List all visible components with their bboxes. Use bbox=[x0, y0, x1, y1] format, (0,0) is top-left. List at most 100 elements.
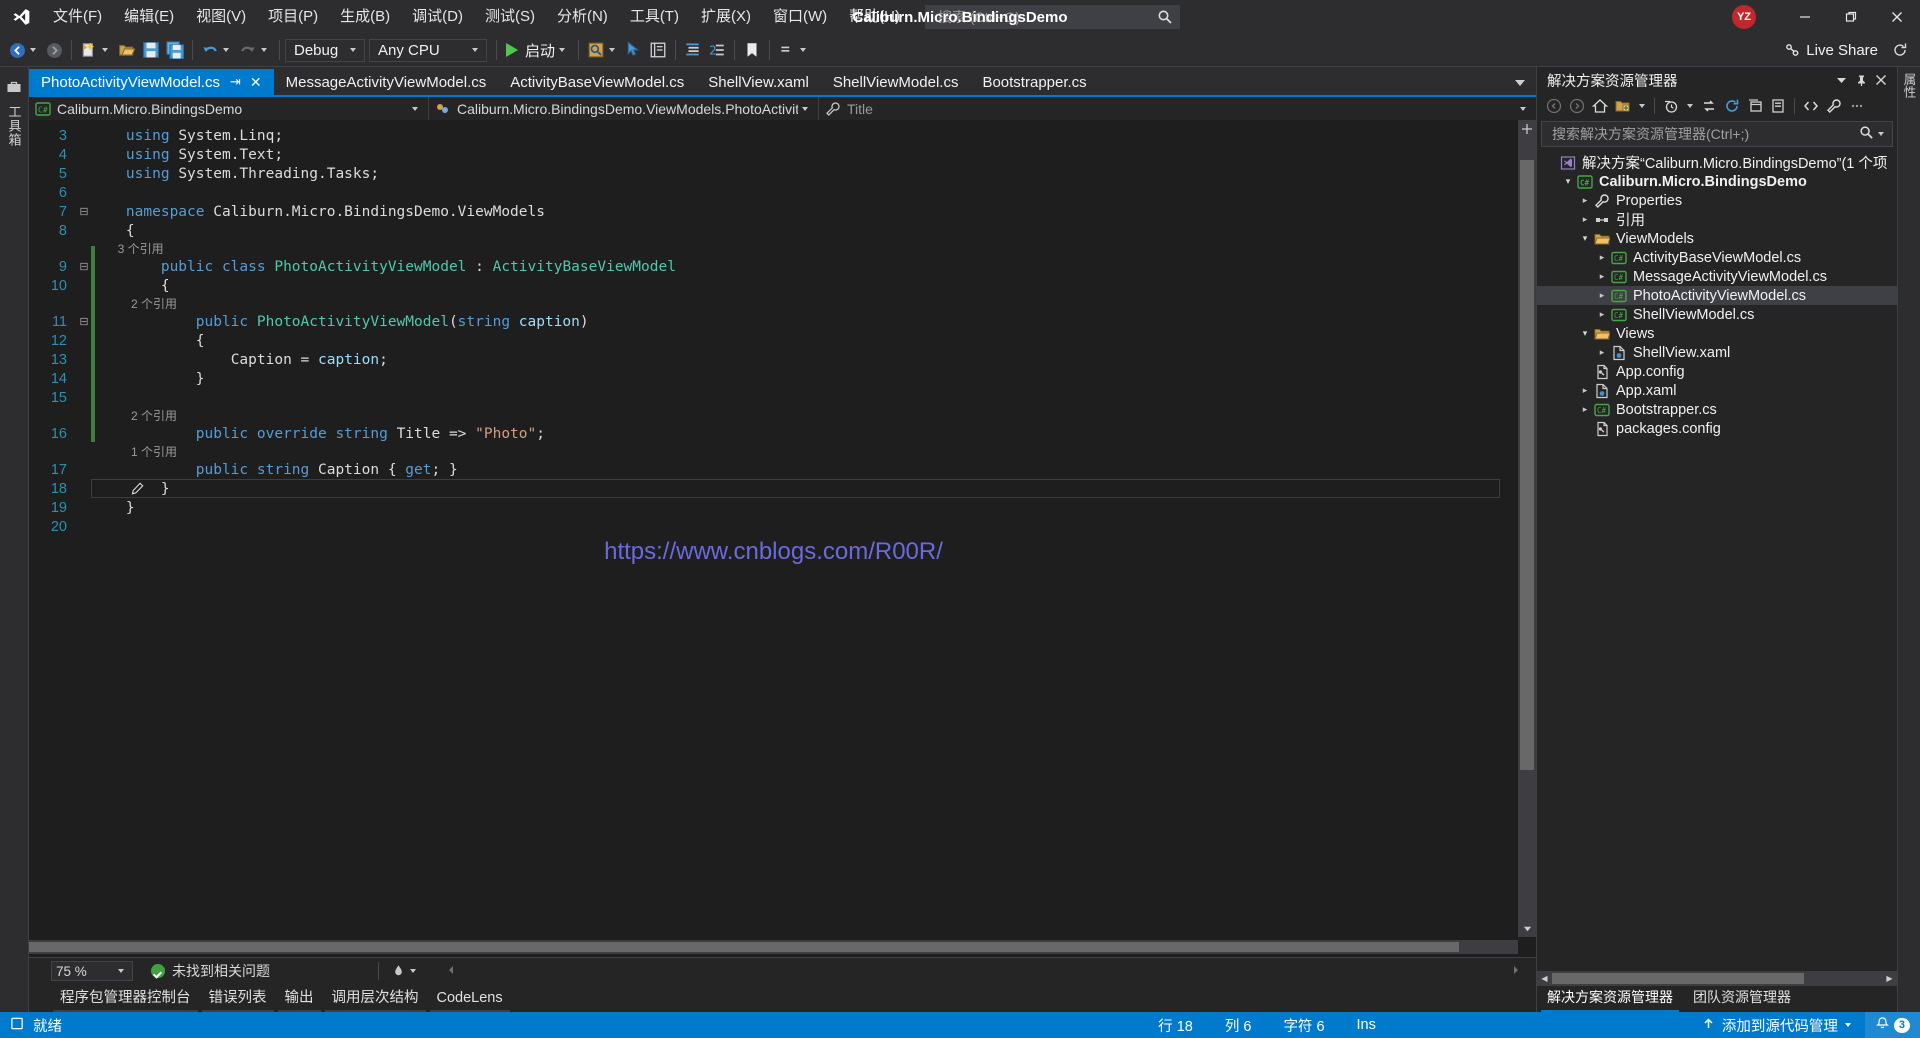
solution-tree-item[interactable]: ▸ C# MessageActivityViewModel.cs bbox=[1537, 267, 1897, 286]
chevron-right-icon[interactable]: ▸ bbox=[1594, 271, 1610, 282]
properties-button[interactable] bbox=[1823, 95, 1845, 117]
footer-tab-solution-explorer[interactable]: 解决方案资源管理器 bbox=[1537, 984, 1683, 1012]
menu-item-project[interactable]: 项目(P) bbox=[257, 0, 329, 34]
solution-tree-item[interactable]: ▸ App.xaml bbox=[1537, 381, 1897, 400]
show-all-files-button[interactable] bbox=[1612, 95, 1634, 117]
comment-selection-button[interactable]: 2 bbox=[705, 38, 729, 62]
chevron-down-icon[interactable] bbox=[1687, 104, 1693, 108]
codelens-label[interactable]: 2 个引用 bbox=[91, 295, 177, 312]
right-dock-item-properties[interactable]: 属性 bbox=[1900, 73, 1919, 98]
forward-button[interactable] bbox=[1566, 95, 1588, 117]
new-project-button[interactable] bbox=[77, 38, 115, 62]
solution-tree-item[interactable]: ▸ C# Bootstrapper.cs bbox=[1537, 400, 1897, 419]
chevron-right-icon[interactable]: ▸ bbox=[1577, 214, 1593, 225]
menu-item-view[interactable]: 视图(V) bbox=[185, 0, 257, 34]
editor-horizontal-scrollbar[interactable] bbox=[29, 940, 1518, 954]
pending-changes-filter-button[interactable] bbox=[1660, 95, 1682, 117]
solution-tree-item[interactable]: packages.config bbox=[1537, 419, 1897, 438]
save-button[interactable] bbox=[139, 38, 163, 62]
hscroll-thumb[interactable] bbox=[1552, 973, 1804, 984]
navbar-project-select[interactable]: C# Caliburn.Micro.BindingsDemo bbox=[29, 97, 429, 120]
fold-glyph[interactable]: ⊟ bbox=[77, 260, 91, 273]
tab-overflow-icon[interactable] bbox=[1512, 75, 1528, 91]
scroll-left-icon[interactable]: ◀ bbox=[1537, 974, 1552, 983]
minimize-button[interactable] bbox=[1782, 0, 1828, 34]
navbar-type-select[interactable]: Caliburn.Micro.BindingsDemo.ViewModels.P… bbox=[429, 97, 819, 120]
scroll-right-button[interactable] bbox=[1510, 963, 1522, 979]
solution-tree-item[interactable]: ▸ C# ActivityBaseViewModel.cs bbox=[1537, 248, 1897, 267]
solution-tree[interactable]: 解决方案“Caliburn.Micro.BindingsDemo”(1 个项 ▾ C… bbox=[1537, 150, 1897, 969]
close-icon[interactable] bbox=[1871, 70, 1891, 90]
format-document-button[interactable] bbox=[681, 38, 705, 62]
code-line[interactable]: 7 ⊟ namespace Caliburn.Micro.BindingsDemo… bbox=[29, 202, 1518, 221]
intellisense-state-button[interactable] bbox=[391, 964, 420, 979]
navbar-member-select[interactable]: Title bbox=[819, 97, 1536, 120]
chevron-down-icon[interactable]: ▾ bbox=[1577, 233, 1593, 244]
code-line[interactable]: 11 ⊟ public PhotoActivityViewModel(string… bbox=[29, 312, 1518, 331]
overflow-button[interactable] bbox=[1846, 95, 1868, 117]
code-line[interactable]: 13 Caption = caption; bbox=[29, 350, 1518, 369]
code-line[interactable]: 8 { bbox=[29, 221, 1518, 240]
menu-item-edit[interactable]: 编辑(E) bbox=[113, 0, 185, 34]
chevron-down-icon[interactable]: ▾ bbox=[1577, 328, 1593, 339]
menu-item-window[interactable]: 窗口(W) bbox=[762, 0, 838, 34]
live-visual-tree-button[interactable] bbox=[646, 38, 670, 62]
codelens-reference-row[interactable]: . 1 个引用 bbox=[29, 443, 1518, 460]
notifications-button[interactable]: 3 bbox=[1864, 1012, 1920, 1038]
code-line[interactable]: 12 { bbox=[29, 331, 1518, 350]
code-line[interactable]: 5 using System.Threading.Tasks; bbox=[29, 164, 1518, 183]
scroll-down-icon[interactable] bbox=[1518, 919, 1536, 937]
chevron-right-icon[interactable]: ▸ bbox=[1577, 404, 1593, 415]
menu-item-analyze[interactable]: 分析(N) bbox=[546, 0, 619, 34]
solution-tree-item[interactable]: ▸ ShellView.xaml bbox=[1537, 343, 1897, 362]
solution-tree-item[interactable]: ▾ C# Caliburn.Micro.BindingsDemo bbox=[1537, 172, 1897, 191]
solution-tree-item[interactable]: App.config bbox=[1537, 362, 1897, 381]
solution-configuration-select[interactable]: Debug bbox=[285, 38, 365, 62]
solution-tree-item[interactable]: 解决方案“Caliburn.Micro.BindingsDemo”(1 个项 bbox=[1537, 153, 1897, 172]
add-to-source-control-button[interactable]: 添加到源代码管理 bbox=[1692, 1012, 1865, 1038]
code-line[interactable]: 15 bbox=[29, 388, 1518, 407]
zoom-level-select[interactable]: 75 % bbox=[51, 961, 133, 981]
editor-tab-shellview-xaml[interactable]: ShellView.xaml bbox=[696, 69, 821, 95]
menu-item-help[interactable]: 帮助(H) bbox=[838, 0, 911, 34]
bottom-tab-call-hierarchy[interactable]: 调用层次结构 bbox=[323, 984, 428, 1012]
editor-tab-shellviewmodel[interactable]: ShellViewModel.cs bbox=[820, 69, 971, 95]
code-lines[interactable]: 3 using System.Linq; 4 using System.Text;… bbox=[29, 120, 1518, 536]
editor-vertical-scrollbar[interactable] bbox=[1518, 120, 1536, 937]
select-element-button[interactable] bbox=[622, 38, 646, 62]
solution-tree-item[interactable]: ▸ C# PhotoActivityViewModel.cs bbox=[1537, 286, 1897, 305]
chevron-right-icon[interactable]: ▸ bbox=[1577, 385, 1593, 396]
solution-tree-item[interactable]: ▸ C# ShellViewModel.cs bbox=[1537, 305, 1897, 324]
navigate-forward-button[interactable] bbox=[43, 38, 66, 62]
feedback-button[interactable] bbox=[1886, 38, 1914, 62]
chevron-down-icon[interactable]: ▾ bbox=[1560, 176, 1576, 187]
bookmark-button[interactable] bbox=[740, 38, 764, 62]
live-share-button[interactable]: Live Share bbox=[1776, 38, 1886, 62]
editor-tab-bootstrapper[interactable]: Bootstrapper.cs bbox=[970, 69, 1099, 95]
code-line[interactable]: 20 bbox=[29, 517, 1518, 536]
quick-launch-search[interactable] bbox=[924, 5, 1180, 29]
scroll-left-button[interactable] bbox=[445, 963, 457, 979]
editor-tab-activitybaseviewmodel[interactable]: ActivityBaseViewModel.cs bbox=[498, 69, 697, 95]
hscroll-thumb[interactable] bbox=[29, 942, 1459, 952]
solution-tree-item[interactable]: ▸ Properties bbox=[1537, 191, 1897, 210]
chevron-down-icon[interactable] bbox=[1639, 104, 1645, 108]
solution-tree-item[interactable]: ▾ ViewModels bbox=[1537, 229, 1897, 248]
code-editor[interactable]: 3 using System.Linq; 4 using System.Text;… bbox=[29, 120, 1518, 937]
panel-menu-icon[interactable] bbox=[1831, 70, 1851, 90]
code-line[interactable]: 17 public string Caption { get; } bbox=[29, 460, 1518, 479]
open-file-button[interactable] bbox=[115, 38, 139, 62]
solution-explorer-search[interactable] bbox=[1541, 121, 1893, 147]
editor-tab-photoactivityviewmodel[interactable]: PhotoActivityViewModel.cs ⇥ ✕ bbox=[29, 69, 274, 95]
scroll-right-icon[interactable]: ▶ bbox=[1882, 974, 1897, 983]
menu-item-build[interactable]: 生成(B) bbox=[329, 0, 401, 34]
main-menu[interactable]: 文件(F) 编辑(E) 视图(V) 项目(P) 生成(B) 调试(D) 测试(S… bbox=[42, 0, 911, 34]
bottom-tab-codelens[interactable]: CodeLens bbox=[428, 984, 512, 1012]
scrollbar-thumb[interactable] bbox=[1520, 160, 1534, 770]
bottom-tab-output[interactable]: 输出 bbox=[276, 984, 323, 1012]
codelens-reference-row[interactable]: . 2 个引用 bbox=[29, 407, 1518, 424]
code-line[interactable]: 9 ⊟ public class PhotoActivityViewModel :… bbox=[29, 257, 1518, 276]
redo-button[interactable] bbox=[236, 38, 274, 62]
solution-explorer-search-input[interactable] bbox=[1550, 125, 1859, 143]
code-line[interactable]: 16 public override string Title => "Phot… bbox=[29, 424, 1518, 443]
